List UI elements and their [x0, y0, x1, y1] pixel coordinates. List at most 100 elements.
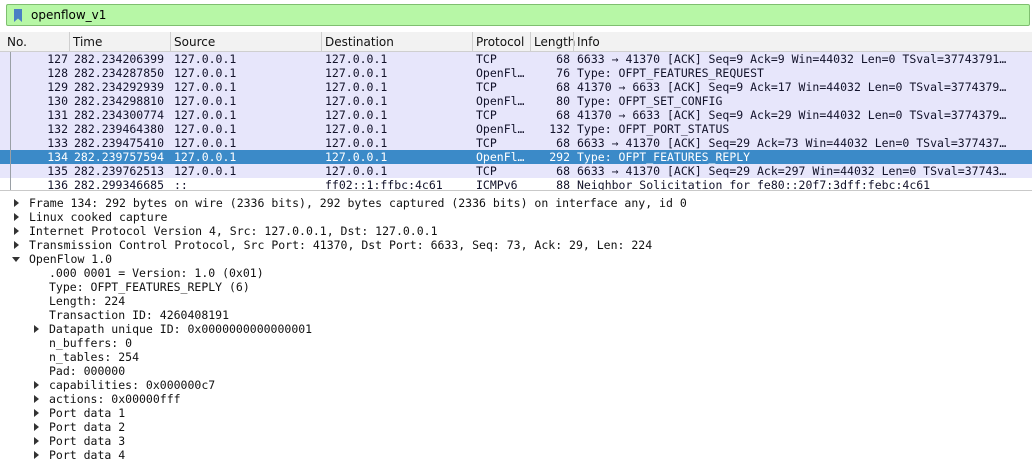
detail-tree-item[interactable]: Port data 1: [49, 406, 125, 420]
packet-cell-dst: 127.0.0.1: [325, 108, 388, 122]
packet-cell-info: 6633 → 41370 [ACK] Seq=9 Ack=9 Win=44032…: [577, 52, 1007, 66]
packet-cell-len: 68: [556, 164, 570, 178]
packet-cell-info: Type: OFPT_PORT_STATUS: [577, 122, 730, 136]
packet-cell-src: 127.0.0.1: [174, 108, 237, 122]
packet-cell-info: 41370 → 6633 [ACK] Seq=9 Ack=29 Win=4403…: [577, 108, 1007, 122]
packet-cell-src: 127.0.0.1: [174, 122, 237, 136]
packet-cell-info: Type: OFPT_FEATURES_REPLY: [577, 150, 751, 164]
packet-cell-len: 68: [556, 80, 570, 94]
expand-arrow-icon[interactable]: [34, 451, 39, 459]
detail-tree-item[interactable]: OpenFlow 1.0: [29, 252, 112, 266]
packet-row[interactable]: 132 282.239464380 127.0.0.1 127.0.0.1 OpenFl…: [0, 122, 1032, 136]
expand-arrow-icon[interactable]: [34, 423, 39, 431]
column-header-length[interactable]: Length: [530, 32, 575, 52]
packet-cell-len: 68: [556, 52, 570, 66]
detail-tree-item[interactable]: Datapath unique ID: 0x0000000000000001: [49, 322, 312, 336]
packet-cell-len: 68: [556, 108, 570, 122]
detail-tree-item[interactable]: Type: OFPT_FEATURES_REPLY (6): [49, 280, 250, 294]
packet-cell-time: 282.234292939: [74, 80, 165, 94]
column-header-no[interactable]: No.: [4, 32, 70, 52]
packet-cell-src: 127.0.0.1: [174, 150, 237, 164]
detail-tree-item[interactable]: Port data 3: [49, 434, 125, 448]
packet-cell-src: 127.0.0.1: [174, 164, 237, 178]
packet-cell-no: 128: [47, 66, 68, 80]
packet-cell-no: 132: [47, 122, 68, 136]
packet-cell-proto: TCP: [476, 108, 497, 122]
packet-cell-proto: ICMPv6: [476, 178, 518, 191]
detail-tree-item[interactable]: Frame 134: 292 bytes on wire (2336 bits)…: [29, 196, 687, 210]
packet-cell-dst: 127.0.0.1: [325, 66, 388, 80]
detail-tree-item[interactable]: Port data 4: [49, 448, 125, 462]
packet-cell-info: 41370 → 6633 [ACK] Seq=9 Ack=17 Win=4403…: [577, 80, 1007, 94]
packet-row[interactable]: 130 282.234298810 127.0.0.1 127.0.0.1 OpenFl…: [0, 94, 1032, 108]
packet-details-tree[interactable]: Frame 134: 292 bytes on wire (2336 bits)…: [0, 194, 1032, 468]
packet-cell-dst: 127.0.0.1: [325, 164, 388, 178]
packet-cell-no: 131: [47, 108, 68, 122]
detail-tree-item[interactable]: Port data 2: [49, 420, 125, 434]
packet-cell-dst: 127.0.0.1: [325, 52, 388, 66]
expand-arrow-icon[interactable]: [34, 437, 39, 445]
packet-cell-no: 133: [47, 136, 68, 150]
packet-cell-time: 282.234300774: [74, 108, 165, 122]
display-filter-bar[interactable]: [6, 4, 1030, 26]
packet-cell-src: 127.0.0.1: [174, 52, 237, 66]
column-header-source[interactable]: Source: [170, 32, 321, 52]
column-header-info[interactable]: Info: [573, 32, 1032, 52]
detail-tree-item[interactable]: actions: 0x00000fff: [49, 392, 181, 406]
detail-tree-item[interactable]: .000 0001 = Version: 1.0 (0x01): [49, 266, 264, 280]
expand-arrow-icon[interactable]: [14, 213, 19, 221]
column-header-destination[interactable]: Destination: [321, 32, 472, 52]
detail-tree-item[interactable]: capabilities: 0x000000c7: [49, 378, 215, 392]
packet-cell-time: 282.234287850: [74, 66, 165, 80]
packet-cell-len: 132: [549, 122, 570, 136]
packet-rows: 127 282.234206399 127.0.0.1 127.0.0.1 TCP 68 6…: [0, 52, 1032, 191]
packet-cell-len: 88: [556, 178, 570, 191]
detail-tree-item[interactable]: Transmission Control Protocol, Src Port:…: [29, 238, 652, 252]
packet-list[interactable]: No. Time Source Destination Protocol Len…: [0, 32, 1032, 191]
detail-tree-item[interactable]: Linux cooked capture: [29, 210, 167, 224]
detail-tree-item[interactable]: n_tables: 254: [49, 350, 139, 364]
packet-cell-proto: TCP: [476, 80, 497, 94]
expand-arrow-icon[interactable]: [14, 227, 19, 235]
packet-row[interactable]: 131 282.234300774 127.0.0.1 127.0.0.1 TCP 68 4…: [0, 108, 1032, 122]
packet-cell-no: 130: [47, 94, 68, 108]
bookmark-icon[interactable]: [13, 9, 23, 22]
expand-arrow-icon[interactable]: [34, 325, 39, 333]
expand-arrow-icon[interactable]: [34, 395, 39, 403]
packet-cell-proto: TCP: [476, 164, 497, 178]
packet-cell-src: 127.0.0.1: [174, 66, 237, 80]
packet-cell-no: 134: [47, 150, 68, 164]
detail-tree-item[interactable]: Length: 224: [49, 294, 125, 308]
display-filter-input[interactable]: [31, 5, 1011, 25]
expand-arrow-icon[interactable]: [34, 409, 39, 417]
packet-cell-proto: OpenFl…: [476, 94, 525, 108]
packet-cell-info: Type: OFPT_FEATURES_REQUEST: [577, 66, 764, 80]
packet-row[interactable]: 128 282.234287850 127.0.0.1 127.0.0.1 OpenFl…: [0, 66, 1032, 80]
packet-cell-time: 282.239475410: [74, 136, 165, 150]
packet-cell-no: 127: [47, 52, 68, 66]
expand-arrow-icon[interactable]: [34, 381, 39, 389]
packet-cell-info: Neighbor Solicitation for fe80::20f7:3df…: [577, 178, 931, 191]
packet-row[interactable]: 134 282.239757594 127.0.0.1 127.0.0.1 OpenFl…: [0, 150, 1032, 164]
packet-cell-proto: TCP: [476, 136, 497, 150]
packet-row[interactable]: 129 282.234292939 127.0.0.1 127.0.0.1 TCP 68 4…: [0, 80, 1032, 94]
packet-cell-dst: 127.0.0.1: [325, 122, 388, 136]
column-header-protocol[interactable]: Protocol: [472, 32, 530, 52]
detail-tree-item[interactable]: Internet Protocol Version 4, Src: 127.0.…: [29, 224, 438, 238]
packet-row[interactable]: 127 282.234206399 127.0.0.1 127.0.0.1 TCP 68 6…: [0, 52, 1032, 66]
detail-tree-item[interactable]: Transaction ID: 4260408191: [49, 308, 229, 322]
packet-row[interactable]: 136 282.299346685:: ff02::1:ffbc:4c61 ICMPv…: [0, 178, 1032, 191]
expand-arrow-icon[interactable]: [14, 199, 19, 207]
packet-cell-time: 282.239464380: [74, 122, 165, 136]
packet-cell-dst: 127.0.0.1: [325, 150, 388, 164]
column-header-time[interactable]: Time: [69, 32, 170, 52]
expand-arrow-icon[interactable]: [14, 241, 19, 249]
packet-cell-src: 127.0.0.1: [174, 94, 237, 108]
packet-cell-src: 127.0.0.1: [174, 80, 237, 94]
detail-tree-item[interactable]: n_buffers: 0: [49, 336, 132, 350]
packet-row[interactable]: 133 282.239475410 127.0.0.1 127.0.0.1 TCP 68 6…: [0, 136, 1032, 150]
packet-cell-dst: 127.0.0.1: [325, 80, 388, 94]
collapse-arrow-icon[interactable]: [12, 257, 20, 262]
packet-row[interactable]: 135 282.239762513 127.0.0.1 127.0.0.1 TCP 68 6…: [0, 164, 1032, 178]
detail-tree-item[interactable]: Pad: 000000: [49, 364, 125, 378]
